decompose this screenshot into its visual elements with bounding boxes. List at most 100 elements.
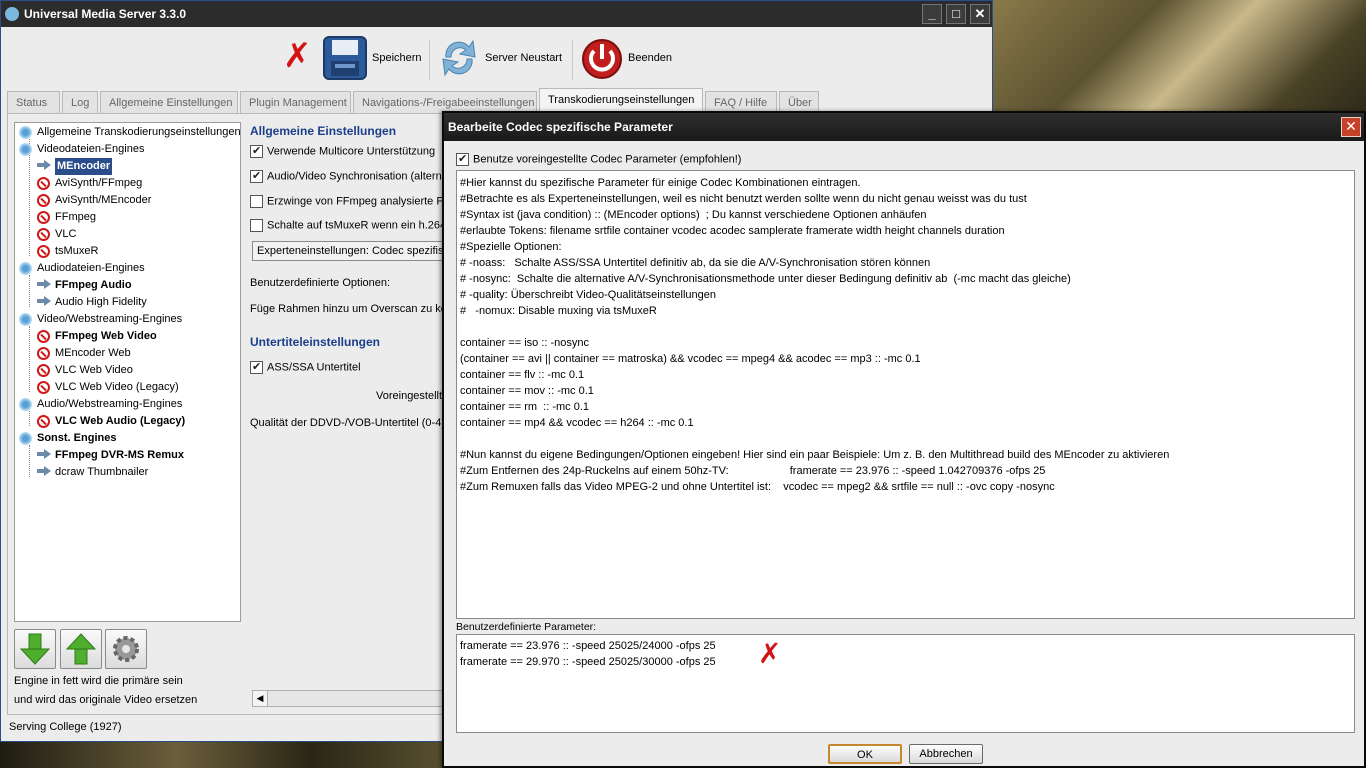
expert-settings-combo[interactable]: Experteneinstellungen: Codec spezifisc bbox=[252, 241, 452, 261]
tree-item[interactable]: VLC Web Video (Legacy) bbox=[37, 379, 179, 396]
arrow-icon bbox=[37, 160, 51, 173]
codec-params-textarea[interactable]: #Hier kannst du spezifische Parameter fü… bbox=[456, 170, 1355, 619]
tree-item-label: FFmpeg Audio bbox=[55, 279, 132, 291]
tree-item-label: VLC Web Audio (Legacy) bbox=[55, 415, 186, 427]
tree-line bbox=[29, 275, 30, 307]
tab-faq-help[interactable]: FAQ / Hilfe bbox=[705, 91, 777, 113]
move-down-button[interactable] bbox=[14, 629, 56, 669]
cancel-x-icon[interactable]: ✗ bbox=[283, 36, 312, 76]
disabled-icon bbox=[37, 177, 50, 190]
desktop-background-bottom bbox=[0, 742, 444, 768]
tree-item-label: tsMuxeR bbox=[55, 245, 99, 257]
tree-item[interactable]: FFmpeg Web Video bbox=[37, 328, 157, 345]
horizontal-scrollbar[interactable]: ◀ bbox=[252, 690, 452, 707]
snowflake-icon bbox=[19, 398, 32, 411]
engine-settings-button[interactable] bbox=[105, 629, 147, 669]
toolbar-separator bbox=[572, 40, 573, 80]
snowflake-icon bbox=[19, 313, 32, 326]
checkbox-unchecked[interactable] bbox=[250, 195, 263, 208]
tree-item-label: VLC bbox=[55, 228, 77, 240]
tree-item[interactable]: MEncoder Web bbox=[37, 345, 131, 362]
close-button[interactable]: ✕ bbox=[970, 4, 990, 24]
checkbox-checked[interactable] bbox=[456, 152, 469, 166]
snowflake-icon bbox=[19, 126, 32, 139]
minimize-button[interactable]: _ bbox=[922, 4, 942, 24]
tree-item[interactable]: VLC bbox=[37, 226, 76, 243]
tree-item-label: FFmpeg Web Video bbox=[55, 330, 157, 342]
tree-item[interactable]: Audiodateien-Engines bbox=[19, 260, 145, 277]
checkbox-checked[interactable] bbox=[250, 169, 263, 183]
toolbar: ✗ Speichern Server Neustart Beenden bbox=[1, 28, 992, 86]
use-default-label: Benutze voreingestellte Codec Parameter … bbox=[473, 153, 742, 166]
save-label: Speichern bbox=[372, 52, 422, 64]
tree-item[interactable]: VLC Web Audio (Legacy) bbox=[37, 413, 185, 430]
cancel-button[interactable]: Abbrechen bbox=[909, 744, 983, 764]
checkbox-unchecked[interactable] bbox=[250, 219, 263, 232]
restart-server-button[interactable]: Server Neustart bbox=[438, 32, 562, 84]
checkbox-checked[interactable] bbox=[250, 144, 263, 158]
tab-about[interactable]: Über bbox=[779, 91, 819, 113]
arrow-down-icon bbox=[19, 633, 51, 665]
tree-item[interactable]: VLC Web Video bbox=[37, 362, 133, 379]
ok-button[interactable]: OK bbox=[828, 744, 902, 764]
disabled-icon bbox=[37, 245, 50, 258]
tree-item-label: VLC Web Video (Legacy) bbox=[55, 381, 179, 393]
move-up-button[interactable] bbox=[60, 629, 102, 669]
checkbox-checked[interactable] bbox=[250, 360, 263, 374]
quit-label: Beenden bbox=[628, 52, 673, 64]
status-bar: Serving College (1927) bbox=[9, 721, 122, 733]
user-params-textarea[interactable]: framerate == 23.976 :: -speed 25025/2400… bbox=[456, 634, 1355, 733]
engine-note-line2: und wird das originale Video ersetzen bbox=[14, 694, 198, 706]
tab-transcoding[interactable]: Transkodierungseinstellungen bbox=[539, 88, 703, 113]
tree-item-label: Allgemeine Transkodierungseinstellungen bbox=[37, 126, 241, 138]
tab-general-settings[interactable]: Allgemeine Einstellungen bbox=[100, 91, 238, 113]
tab-plugin-management[interactable]: Plugin Management bbox=[240, 91, 351, 113]
maximize-button[interactable]: □ bbox=[946, 4, 966, 24]
tree-item[interactable]: Sonst. Engines bbox=[19, 430, 116, 447]
ass-ssa-checkbox[interactable]: ASS/SSA Untertitel bbox=[250, 360, 361, 374]
scroll-left-icon[interactable]: ◀ bbox=[253, 691, 268, 706]
disabled-icon bbox=[37, 211, 50, 224]
tree-item[interactable]: Allgemeine Transkodierungseinstellungen bbox=[19, 124, 241, 141]
tsmuxer-label: Schalte auf tsMuxeR wenn ein h.264 bbox=[267, 219, 447, 232]
tree-item[interactable]: AviSynth/FFmpeg bbox=[37, 175, 142, 192]
tab-navigation-sharing[interactable]: Navigations-/Freigabeeinstellungen bbox=[353, 91, 537, 113]
arrow-icon bbox=[37, 296, 51, 309]
tree-item[interactable]: AviSynth/MEncoder bbox=[37, 192, 151, 209]
tree-item[interactable]: FFmpeg Audio bbox=[37, 277, 132, 294]
dialog-close-button[interactable]: ✕ bbox=[1341, 117, 1361, 137]
use-default-checkbox[interactable]: Benutze voreingestellte Codec Parameter … bbox=[456, 152, 742, 166]
force-ffmpeg-checkbox[interactable]: Erzwinge von FFmpeg analysierte Fr bbox=[250, 195, 447, 208]
multicore-checkbox[interactable]: Verwende Multicore Unterstützung bbox=[250, 144, 435, 158]
tree-item[interactable]: Audio/Webstreaming-Engines bbox=[19, 396, 182, 413]
arrow-icon bbox=[37, 449, 51, 462]
tree-item-label: FFmpeg bbox=[55, 211, 96, 223]
tree-item[interactable]: Audio High Fidelity bbox=[37, 294, 147, 311]
tree-item[interactable]: tsMuxeR bbox=[37, 243, 98, 260]
desktop-background bbox=[993, 0, 1366, 112]
save-button[interactable]: Speichern bbox=[323, 32, 422, 84]
snowflake-icon bbox=[19, 432, 32, 445]
user-params-label: Benutzerdefinierte Parameter: bbox=[456, 621, 597, 633]
tree-item-label: dcraw Thumbnailer bbox=[55, 466, 149, 478]
tree-item[interactable]: FFmpeg DVR-MS Remux bbox=[37, 447, 184, 464]
engine-tree[interactable]: Allgemeine Transkodierungseinstellungen V… bbox=[14, 122, 241, 622]
quit-button[interactable]: Beenden bbox=[581, 32, 672, 84]
arrow-icon bbox=[37, 466, 51, 479]
tab-status[interactable]: Status bbox=[7, 91, 60, 113]
codec-params-dialog: Bearbeite Codec spezifische Parameter ✕ … bbox=[442, 111, 1366, 768]
refresh-icon bbox=[442, 39, 476, 77]
force-ffmpeg-label: Erzwinge von FFmpeg analysierte Fr bbox=[267, 195, 447, 208]
tree-item[interactable]: MEncoder bbox=[37, 158, 113, 175]
tree-item[interactable]: FFmpeg bbox=[37, 209, 96, 226]
tree-item[interactable]: Video/Webstreaming-Engines bbox=[19, 311, 182, 328]
tree-item-label: Audio High Fidelity bbox=[55, 296, 147, 308]
tsmuxer-checkbox[interactable]: Schalte auf tsMuxeR wenn ein h.264 bbox=[250, 219, 446, 232]
gear-icon bbox=[113, 636, 139, 662]
av-sync-checkbox[interactable]: Audio/Video Synchronisation (alterna bbox=[250, 169, 448, 183]
tree-item[interactable]: dcraw Thumbnailer bbox=[37, 464, 148, 481]
tab-log[interactable]: Log bbox=[62, 91, 98, 113]
tree-item[interactable]: Videodateien-Engines bbox=[19, 141, 144, 158]
disabled-icon bbox=[37, 415, 50, 428]
clear-x-icon[interactable]: ✗ bbox=[758, 637, 781, 670]
